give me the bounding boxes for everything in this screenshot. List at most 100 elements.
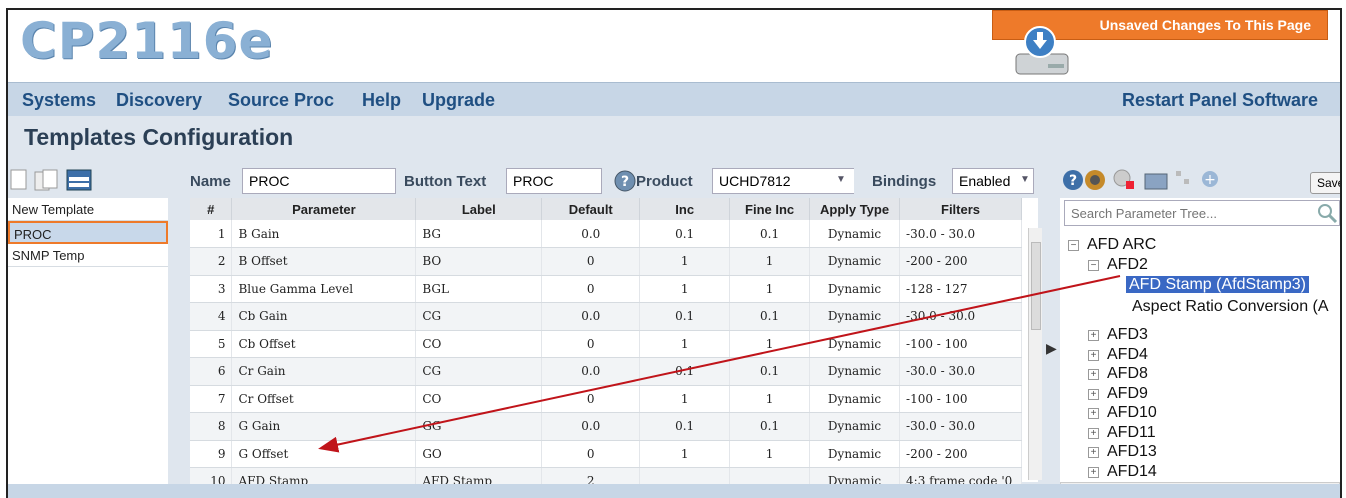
table-cell[interactable]: 0: [541, 247, 641, 276]
table-cell[interactable]: 0.0: [541, 357, 641, 386]
table-cell[interactable]: 0.1: [729, 302, 811, 331]
table-row[interactable]: 2B Offset BO 0 1 1 Dynamic -200 - 200: [190, 247, 1022, 276]
table-row[interactable]: 6 Cr Gain CG 0.0 0.1 0.1 Dynamic -30.0 - 30.0: [190, 357, 1022, 386]
table-cell[interactable]: Dynamic: [809, 275, 901, 303]
name-input[interactable]: PROC: [242, 168, 396, 194]
table-cell[interactable]: 6: [190, 357, 233, 386]
table-cell[interactable]: 0.1: [729, 220, 811, 248]
table-cell[interactable]: 1: [729, 440, 811, 468]
save-disk-icon[interactable]: [1014, 24, 1070, 76]
table-cell[interactable]: Dynamic: [809, 385, 901, 413]
table-cell[interactable]: 7: [190, 385, 233, 413]
tree-node-aspect-ratio[interactable]: Aspect Ratio Conversion (A: [1132, 298, 1329, 316]
table-row[interactable]: 4 Cb Gain CG 0.0 0.1 0.1 Dynamic -30.0 - 30.0: [190, 302, 1022, 331]
info-icon[interactable]: ?: [1062, 169, 1084, 191]
column-header[interactable]: Parameter: [231, 198, 417, 220]
column-header[interactable]: #: [190, 198, 233, 220]
column-header[interactable]: Label: [415, 198, 543, 220]
expand-icon[interactable]: +: [1088, 408, 1099, 419]
table-cell[interactable]: -30.0 - 30.0: [899, 357, 1022, 386]
table-cell[interactable]: 1: [729, 330, 811, 358]
template-item-snmp[interactable]: SNMP Temp: [8, 244, 168, 267]
table-cell[interactable]: 0.0: [541, 412, 641, 441]
table-cell[interactable]: 4: [190, 302, 233, 331]
help-icon[interactable]: ?: [614, 170, 636, 192]
expand-icon[interactable]: +: [1088, 369, 1099, 380]
tree-node-afd11[interactable]: + AFD11: [1088, 424, 1156, 442]
table-cell[interactable]: 1: [639, 275, 731, 303]
table-cell[interactable]: Cb Offset: [231, 330, 417, 358]
column-header[interactable]: Fine Inc: [729, 198, 811, 220]
table-cell[interactable]: Blue Gamma Level: [231, 275, 417, 303]
table-cell[interactable]: 5: [190, 330, 233, 358]
table-cell[interactable]: B Offset: [231, 247, 417, 276]
table-cell[interactable]: G Gain: [231, 412, 417, 441]
table-cell[interactable]: BG: [415, 220, 543, 248]
collapse-icon[interactable]: −: [1088, 260, 1099, 271]
table-cell[interactable]: -200 - 200: [899, 440, 1022, 468]
grid-view-icon[interactable]: [66, 169, 92, 191]
menu-upgrade[interactable]: Upgrade: [422, 90, 495, 111]
table-row[interactable]: 5 Cb Offset CO 0 1 1 Dynamic -100 - 100: [190, 330, 1022, 358]
new-template-icon[interactable]: [10, 169, 28, 191]
tree-node-afd14[interactable]: + AFD14: [1088, 463, 1157, 481]
table-row[interactable]: 7 Cr Offset CO 0 1 1 Dynamic -100 - 100: [190, 385, 1022, 413]
tree-node-afd2[interactable]: − AFD2: [1088, 256, 1148, 274]
table-cell[interactable]: G Offset: [231, 440, 417, 468]
remove-search-icon[interactable]: [1112, 169, 1136, 191]
table-cell[interactable]: 0: [541, 275, 641, 303]
table-cell[interactable]: 9: [190, 440, 233, 468]
tree-node-afd9[interactable]: + AFD9: [1088, 385, 1148, 403]
tree-node-afd8[interactable]: + AFD8: [1088, 365, 1148, 383]
table-cell[interactable]: 1: [190, 220, 233, 248]
table-cell[interactable]: 1: [639, 330, 731, 358]
table-cell[interactable]: CG: [415, 302, 543, 331]
table-cell[interactable]: 0: [541, 440, 641, 468]
table-cell[interactable]: CO: [415, 385, 543, 413]
grid-scrollbar[interactable]: [1028, 228, 1042, 480]
column-header[interactable]: Default: [541, 198, 641, 220]
table-cell[interactable]: -30.0 - 30.0: [899, 412, 1022, 441]
button-text-input[interactable]: PROC: [506, 168, 602, 194]
column-header[interactable]: Inc: [639, 198, 731, 220]
save-button[interactable]: Save: [1310, 172, 1340, 194]
table-cell[interactable]: 0.1: [639, 302, 731, 331]
table-cell[interactable]: 0.0: [541, 302, 641, 331]
table-cell[interactable]: CG: [415, 357, 543, 386]
table-cell[interactable]: Dynamic: [809, 412, 901, 441]
table-cell[interactable]: 1: [729, 275, 811, 303]
table-cell[interactable]: 0: [541, 385, 641, 413]
template-item-proc[interactable]: PROC: [8, 221, 168, 244]
table-cell[interactable]: 2: [190, 247, 233, 276]
bindings-dropdown-icon[interactable]: ▼: [1020, 174, 1030, 185]
table-cell[interactable]: GG: [415, 412, 543, 441]
expand-icon[interactable]: +: [1088, 349, 1099, 361]
expand-icon[interactable]: +: [1088, 447, 1099, 458]
table-cell[interactable]: -30.0 - 30.0: [899, 220, 1022, 248]
table-cell[interactable]: 0.1: [639, 220, 731, 248]
tree-node-afd-stamp[interactable]: AFD Stamp (AfdStamp3): [1126, 276, 1309, 294]
copy-template-icon[interactable]: [34, 169, 60, 191]
table-cell[interactable]: 0: [541, 330, 641, 358]
table-row[interactable]: 9G Offset GO 0 1 1 Dynamic -200 - 200: [190, 440, 1022, 468]
table-cell[interactable]: Dynamic: [809, 220, 901, 248]
template-item-new[interactable]: New Template: [8, 198, 168, 221]
search-icon[interactable]: [1316, 202, 1338, 224]
table-cell[interactable]: -100 - 100: [899, 385, 1022, 413]
table-row[interactable]: 8G Gain GG 0.0 0.1 0.1 Dynamic -30.0 - 30.0: [190, 412, 1022, 441]
table-cell[interactable]: 3: [190, 275, 233, 303]
table-cell[interactable]: Cb Gain: [231, 302, 417, 331]
menu-help[interactable]: Help: [362, 90, 401, 111]
settings-icon[interactable]: [1084, 169, 1106, 191]
table-cell[interactable]: Dynamic: [809, 247, 901, 276]
collapse-icon[interactable]: −: [1068, 240, 1079, 251]
expand-icon[interactable]: +: [1088, 330, 1099, 341]
table-cell[interactable]: B Gain: [231, 220, 417, 248]
table-cell[interactable]: Cr Offset: [231, 385, 417, 413]
table-row[interactable]: 1B Gain BG 0.0 0.1 0.1 Dynamic -30.0 - 30.0: [190, 220, 1022, 248]
tree-node-afd3[interactable]: + AFD3: [1088, 326, 1148, 344]
table-cell[interactable]: Dynamic: [809, 357, 901, 386]
table-cell[interactable]: 0.1: [729, 357, 811, 386]
search-parameter-input[interactable]: [1064, 200, 1340, 226]
table-cell[interactable]: CO: [415, 330, 543, 358]
